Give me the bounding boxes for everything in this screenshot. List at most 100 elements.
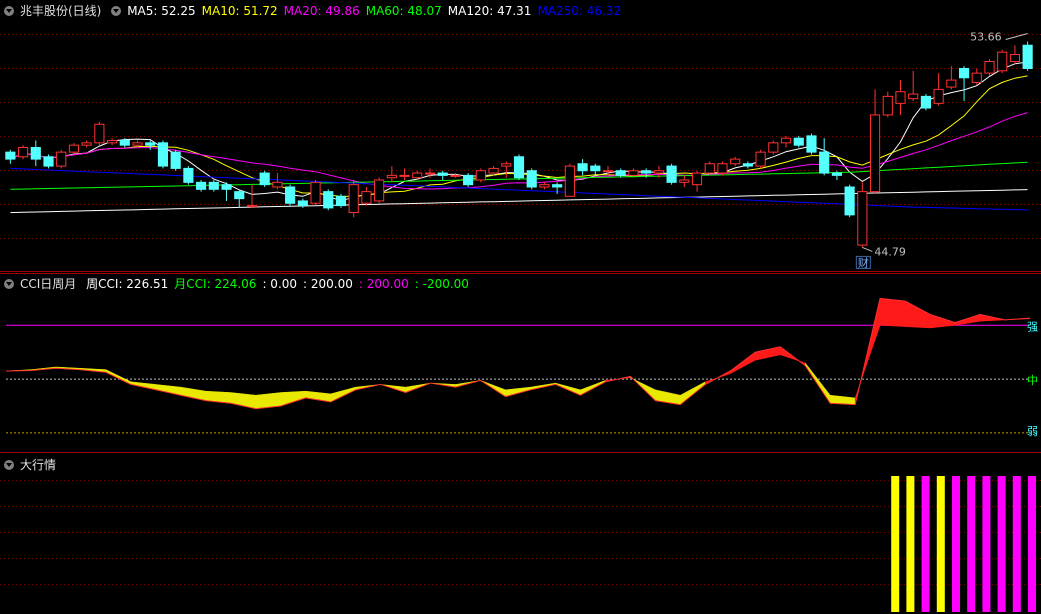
candle bbox=[602, 170, 614, 173]
candle bbox=[526, 170, 537, 188]
candle bbox=[513, 156, 525, 179]
candle bbox=[641, 170, 652, 174]
trend-bar bbox=[921, 476, 930, 612]
candlestick-chart[interactable]: 53.66 44.79 财 bbox=[0, 0, 1041, 272]
candle bbox=[831, 172, 842, 176]
candle bbox=[742, 163, 753, 167]
candle bbox=[246, 205, 258, 208]
candle bbox=[679, 179, 690, 183]
trend-bar bbox=[891, 476, 900, 612]
candle bbox=[819, 151, 830, 174]
candle bbox=[132, 142, 143, 146]
cci-chart[interactable]: 强中弱 bbox=[0, 273, 1041, 453]
candle bbox=[285, 186, 296, 204]
candle bbox=[475, 170, 486, 181]
candle bbox=[857, 191, 868, 246]
candle bbox=[68, 144, 80, 153]
cci-weak-label: 弱 bbox=[1027, 425, 1038, 438]
candle bbox=[615, 170, 626, 176]
candle bbox=[437, 172, 448, 176]
candle bbox=[501, 163, 512, 167]
candle bbox=[539, 184, 550, 188]
trend-bar bbox=[952, 476, 960, 612]
candle bbox=[17, 146, 29, 158]
candle bbox=[81, 142, 92, 146]
candle bbox=[552, 184, 563, 188]
candle bbox=[56, 151, 67, 167]
candle bbox=[577, 163, 588, 172]
candle bbox=[704, 163, 715, 174]
candle bbox=[997, 51, 1008, 72]
candle bbox=[780, 137, 792, 144]
candle bbox=[259, 172, 270, 186]
candle bbox=[908, 93, 919, 100]
candle bbox=[272, 181, 283, 188]
candle bbox=[145, 142, 156, 146]
cci-band-segment bbox=[904, 300, 931, 329]
candle bbox=[590, 165, 601, 172]
trend-bar bbox=[967, 476, 976, 612]
trend-bar bbox=[1028, 476, 1036, 612]
low-pointer bbox=[862, 246, 873, 252]
candle bbox=[310, 181, 321, 204]
candle bbox=[946, 79, 957, 88]
cci-band-segment bbox=[155, 384, 182, 396]
candle bbox=[844, 186, 855, 216]
trend-panel: 大行情 bbox=[0, 454, 1041, 614]
candle bbox=[628, 170, 639, 176]
candle bbox=[424, 172, 436, 175]
candle bbox=[5, 151, 16, 160]
trend-bar bbox=[997, 476, 1006, 612]
candle bbox=[43, 156, 54, 167]
candle bbox=[196, 181, 207, 190]
candle bbox=[895, 91, 906, 104]
cci-panel: CCI日周月 周CCI: 226.51 月CCI: 224.06: 0.00: 2… bbox=[0, 273, 1041, 453]
trend-bar bbox=[982, 476, 991, 612]
main-price-panel: 兆丰股份(日线) MA5: 52.25 MA10: 51.72 MA20: 49.8… bbox=[0, 0, 1041, 272]
candle bbox=[234, 191, 245, 200]
candle bbox=[30, 146, 41, 160]
candle bbox=[323, 191, 334, 209]
trend-bar bbox=[1012, 476, 1021, 612]
candle bbox=[971, 72, 982, 83]
candle bbox=[793, 137, 804, 146]
candle bbox=[691, 172, 703, 186]
candle bbox=[666, 165, 677, 183]
cci-band-segment bbox=[280, 390, 306, 407]
candle bbox=[361, 191, 372, 204]
candle bbox=[920, 95, 931, 109]
trend-bar-chart[interactable] bbox=[0, 454, 1041, 614]
candle bbox=[755, 151, 766, 167]
candle bbox=[107, 140, 118, 144]
candle bbox=[958, 67, 970, 79]
candle bbox=[463, 174, 474, 186]
candle bbox=[208, 181, 219, 190]
candle bbox=[450, 174, 461, 177]
candle bbox=[348, 184, 359, 214]
candle bbox=[119, 140, 130, 146]
candle bbox=[717, 163, 728, 174]
candle bbox=[221, 184, 232, 190]
cci-band-segment bbox=[180, 386, 207, 401]
candle bbox=[768, 142, 779, 153]
candle bbox=[157, 142, 169, 167]
candle bbox=[1022, 44, 1033, 69]
high-price-label: 53.66 bbox=[970, 31, 1002, 44]
candle bbox=[869, 114, 881, 193]
cci-band-segment bbox=[755, 346, 781, 361]
candle bbox=[882, 95, 893, 116]
candle bbox=[374, 179, 385, 202]
candle bbox=[386, 174, 397, 179]
candle bbox=[806, 135, 817, 153]
candle bbox=[488, 167, 499, 174]
candle bbox=[399, 174, 410, 177]
candle bbox=[1009, 54, 1021, 63]
candle bbox=[933, 88, 944, 104]
candle bbox=[653, 170, 664, 174]
candle bbox=[183, 167, 194, 183]
low-price-label: 44.79 bbox=[874, 245, 906, 258]
trend-bar bbox=[906, 476, 915, 612]
candle bbox=[94, 123, 105, 144]
cci-strong-label: 强 bbox=[1027, 320, 1038, 333]
candle bbox=[170, 151, 181, 169]
